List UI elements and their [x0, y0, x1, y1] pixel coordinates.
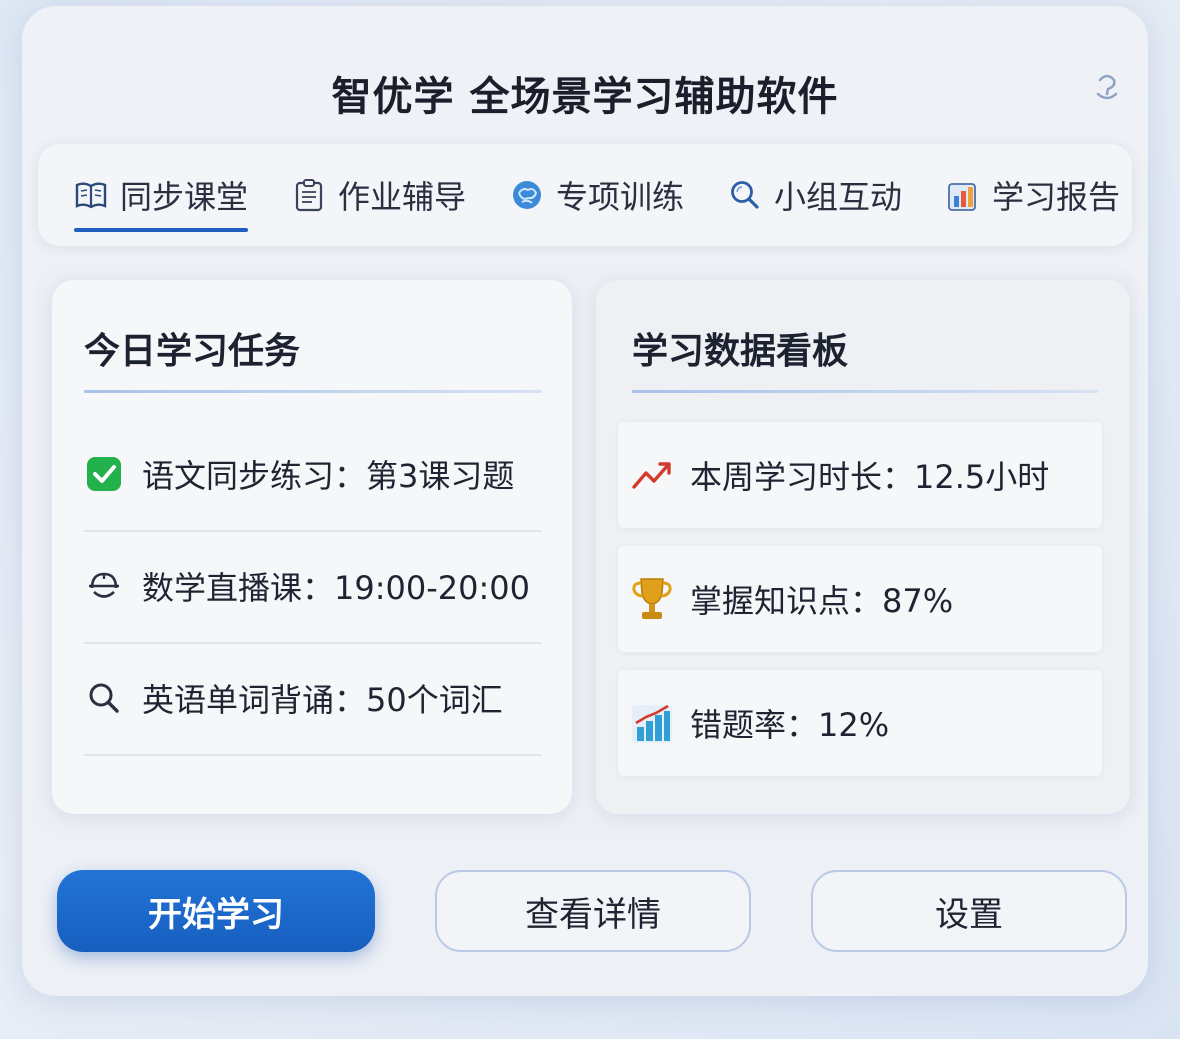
- stat-label: 本周学习时长：12.5小时: [690, 458, 1050, 496]
- tab-label: 小组互动: [774, 178, 903, 216]
- tab-homework-help[interactable]: 作业辅导: [292, 144, 466, 246]
- task-item-math[interactable]: 数学直播课：19:00-20:00: [84, 530, 542, 644]
- check-icon: [84, 454, 124, 494]
- tab-sync-classroom[interactable]: 同步课堂: [74, 144, 249, 246]
- help-icon[interactable]: [1092, 70, 1122, 108]
- clipboard-icon: [292, 178, 326, 212]
- stat-label: 掌握知识点：87%: [690, 582, 954, 620]
- report-chart-icon: [946, 178, 980, 212]
- bar-chart-icon: [630, 701, 674, 745]
- trend-up-icon: [630, 453, 674, 497]
- trophy-icon: [630, 577, 674, 621]
- task-label: 英语单词背诵：50个词汇: [142, 681, 503, 719]
- main-tabs: 同步课堂 作业辅导 专项训练 小组互动 学习报告: [38, 144, 1132, 246]
- divider: [84, 390, 542, 393]
- dashboard-title: 学习数据看板: [632, 331, 849, 372]
- search-icon: [84, 678, 124, 718]
- brain-icon: [510, 178, 544, 212]
- today-tasks-title: 今日学习任务: [84, 331, 301, 372]
- tab-learning-report[interactable]: 学习报告: [946, 144, 1120, 246]
- search-icon: [728, 178, 762, 212]
- tab-special-training[interactable]: 专项训练: [510, 144, 684, 246]
- tab-label: 学习报告: [992, 178, 1121, 216]
- stat-mastered-points: 掌握知识点：87%: [618, 546, 1102, 652]
- settings-button[interactable]: 设置: [811, 870, 1127, 952]
- app-title: 智优学 全场景学习辅助软件: [331, 74, 839, 120]
- headset-icon: [84, 566, 124, 606]
- task-item-chinese[interactable]: 语文同步练习：第3课习题: [84, 418, 542, 532]
- task-label: 语文同步练习：第3课习题: [142, 457, 515, 495]
- divider: [632, 390, 1098, 393]
- task-item-english[interactable]: 英语单词背诵：50个词汇: [84, 642, 542, 756]
- tab-label: 作业辅导: [338, 178, 467, 216]
- stat-label: 错题率：12%: [690, 706, 890, 744]
- app-window: 智优学 全场景学习辅助软件 同步课堂 作业辅导 专项训练 小组互动 学习报告 今…: [22, 6, 1148, 996]
- stat-error-rate: 错题率：12%: [618, 670, 1102, 776]
- learning-dashboard-card: 学习数据看板 本周学习时长：12.5小时 掌握知识点：87% 错题率：12%: [596, 280, 1130, 814]
- view-details-button[interactable]: 查看详情: [435, 870, 751, 952]
- today-tasks-card: 今日学习任务 语文同步练习：第3课习题 数学直播课：19:00-20:00 英语…: [52, 280, 572, 814]
- tab-label: 同步课堂: [120, 178, 249, 216]
- book-icon: [74, 178, 108, 212]
- stat-weekly-time: 本周学习时长：12.5小时: [618, 422, 1102, 528]
- start-learning-button[interactable]: 开始学习: [57, 870, 375, 952]
- tab-label: 专项训练: [556, 178, 685, 216]
- task-label: 数学直播课：19:00-20:00: [142, 569, 530, 607]
- tab-group-interaction[interactable]: 小组互动: [728, 144, 902, 246]
- content-area: 今日学习任务 语文同步练习：第3课习题 数学直播课：19:00-20:00 英语…: [34, 264, 1138, 836]
